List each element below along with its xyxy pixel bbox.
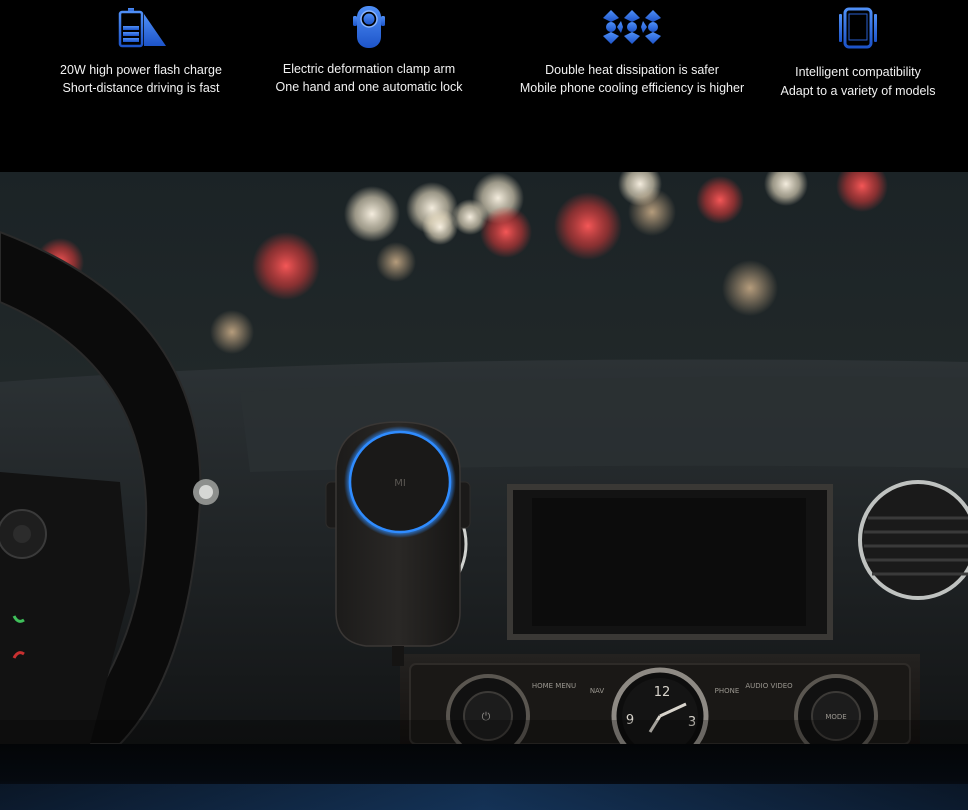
feature-line1: 20W high power flash charge — [60, 63, 222, 77]
dashboard-scene: ⏻ 12 3 9 HOME MENU NAV PHONE AUDIO VIDEO… — [0, 172, 968, 744]
clock-twelve: 12 — [654, 685, 671, 700]
feature-line1: Double heat dissipation is safer — [545, 63, 719, 77]
feature-line1: Intelligent compatibility — [795, 65, 921, 79]
console-mode: MODE — [825, 713, 846, 721]
product-photo: ⏻ 12 3 9 HOME MENU NAV PHONE AUDIO VIDEO… — [0, 172, 968, 744]
console-home-menu: HOME MENU — [532, 682, 576, 690]
battery-flash-icon — [118, 8, 166, 48]
console-audio-video: AUDIO VIDEO — [745, 682, 793, 690]
bottom-glow — [0, 784, 968, 810]
phone-icon — [839, 7, 877, 49]
feature-heat-dissipation: Double heat dissipation is safer Mobile … — [511, 0, 753, 172]
feature-flash-charge: 20W high power flash charge Short-distan… — [20, 0, 262, 172]
feature-strip: 20W high power flash charge Short-distan… — [0, 0, 968, 172]
console-nav: NAV — [590, 687, 605, 695]
feature-line2: One hand and one automatic lock — [275, 80, 463, 94]
feature-line2: Short-distance driving is fast — [62, 81, 220, 95]
feature-line2: Mobile phone cooling efficiency is highe… — [519, 81, 745, 95]
console-phone: PHONE — [715, 687, 740, 695]
feature-clamp-arm: Electric deformation clamp arm One hand … — [248, 0, 490, 172]
wireless-charger: MI — [325, 421, 471, 666]
feature-compatibility: Intelligent compatibility Adapt to a var… — [737, 0, 968, 172]
charger-logo: MI — [394, 478, 406, 489]
fan-cooling-icon — [603, 10, 661, 44]
clamp-arm-icon — [353, 6, 385, 48]
feature-line2: Adapt to a variety of models — [780, 84, 936, 98]
feature-line1: Electric deformation clamp arm — [282, 62, 456, 76]
